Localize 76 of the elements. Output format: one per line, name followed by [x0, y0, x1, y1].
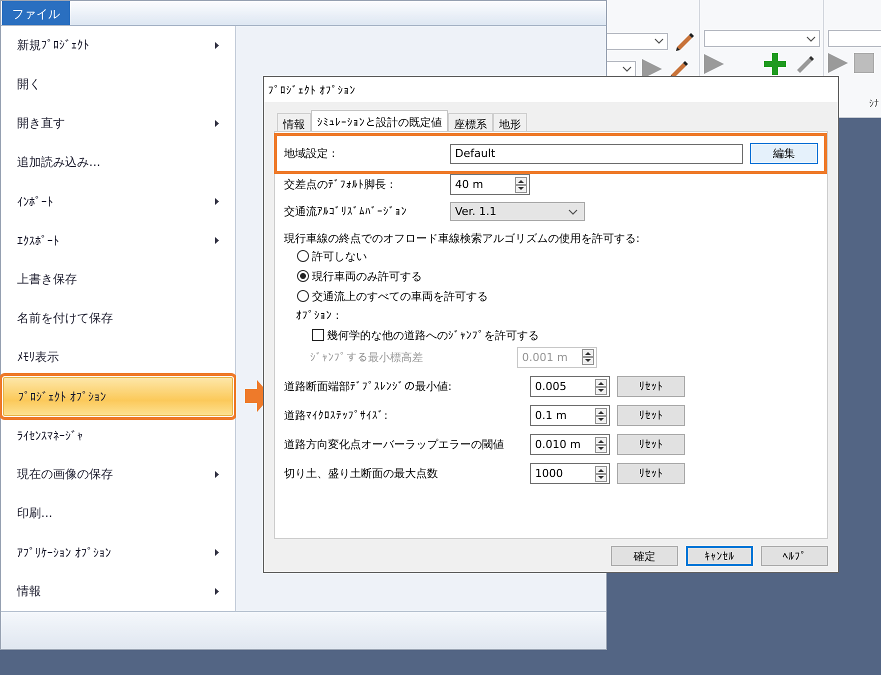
radio-option[interactable]: 許可しない [297, 246, 818, 266]
reset-button[interactable]: ﾘｾｯﾄ [617, 376, 685, 397]
section-label: 現行車線の終点でのオフロード車線検索アルゴリズムの使用を許可する: [284, 231, 641, 246]
field-label: 道路ﾏｲｸﾛｽﾃｯﾌﾟｻｲｽﾞ: [284, 408, 389, 423]
submenu-arrow-icon [215, 42, 219, 49]
tab[interactable]: 地形 [493, 113, 527, 131]
spin-field[interactable]: 0.1 m [530, 405, 610, 426]
submenu-arrow-icon [215, 588, 219, 595]
dialog-button[interactable]: 確定 [611, 546, 678, 566]
spinner-arrows-icon[interactable] [582, 349, 594, 365]
menu-item[interactable]: ｴｸｽﾎﾟｰﾄ [3, 221, 233, 260]
spinner-arrows-icon[interactable] [595, 436, 607, 452]
spin-field[interactable]: 0.010 m [530, 434, 610, 455]
spin-field[interactable]: 40 m [450, 174, 530, 195]
menu-item[interactable]: 新規ﾌﾟﾛｼﾞｪｸﾄ [3, 26, 233, 65]
file-tab[interactable]: ファイル [2, 1, 70, 25]
chevron-icon [568, 208, 578, 214]
menu-item[interactable]: 名前を付けて保存 [3, 299, 233, 338]
chevron-icon [622, 66, 632, 72]
field-label: 交通流ｱﾙｺﾞﾘｽﾞﾑﾊﾞｰｼﾞｮﾝ [284, 204, 408, 219]
menu-item[interactable]: ｲﾝﾎﾟｰﾄ [3, 182, 233, 221]
radio-option[interactable]: 交通流上のすべての車両を許可する [297, 286, 818, 306]
reset-button[interactable]: ﾘｾｯﾄ [617, 434, 685, 455]
play-icon[interactable] [642, 59, 662, 79]
reset-button[interactable]: ﾘｾｯﾄ [617, 463, 685, 484]
text-field[interactable]: Default [450, 144, 744, 164]
checkbox-label: 幾何学的な他の道路へのｼﾞｬﾝﾌﾟを許可する [327, 328, 539, 342]
menu-item[interactable]: 追加読み込み... [3, 143, 233, 182]
field-label: 道路断面端部ﾃﾞﾌﾟｽﾚﾝｼﾞの最小値: [284, 379, 453, 394]
section-label: ｵﾌﾟｼｮﾝ : [296, 308, 340, 324]
menu-item[interactable]: 開く [3, 65, 233, 104]
menu-item[interactable]: 印刷... [3, 494, 233, 533]
menu-item[interactable]: 現在の画像の保存 [3, 455, 233, 494]
submenu-arrow-icon [215, 471, 219, 478]
field-label: 道路方向変化点オーバーラップエラーの閾値 [284, 437, 505, 452]
spin-field[interactable]: 1000 [530, 463, 610, 484]
spinner-arrows-icon[interactable] [515, 176, 527, 192]
chevron-icon [806, 36, 816, 42]
radio-option[interactable]: 現行車両のみ許可する [297, 266, 818, 286]
reset-button[interactable]: ﾘｾｯﾄ [617, 405, 685, 426]
menu-item[interactable]: 上書き保存 [3, 260, 233, 299]
radio-button[interactable] [297, 270, 309, 282]
submenu-arrow-icon [215, 549, 219, 556]
spinner-arrows-icon[interactable] [595, 378, 607, 394]
dropdown[interactable]: Ver. 1.1 [450, 202, 585, 221]
submenu-arrow-icon [215, 237, 219, 244]
dialog-button[interactable]: ﾍﾙﾌﾟ [761, 546, 828, 566]
menu-item[interactable]: 情報 [3, 572, 233, 611]
radio-button[interactable] [297, 250, 309, 262]
play-icon[interactable] [828, 53, 848, 73]
dialog-button[interactable]: ｷｬﾝｾﾙ [686, 546, 753, 566]
tab[interactable]: 情報 [277, 113, 311, 131]
checkbox[interactable] [312, 329, 324, 341]
tab[interactable]: 座標系 [448, 113, 493, 131]
radio-button[interactable] [297, 290, 309, 302]
field-label: 切り土、盛り土断面の最大点数 [284, 466, 439, 481]
spinner-arrows-icon[interactable] [595, 466, 607, 482]
menu-item[interactable]: 開き直す [3, 104, 233, 143]
dialog-title: ﾌﾟﾛｼﾞｪｸﾄ ｵﾌﾟｼｮﾝ [264, 77, 838, 102]
tab[interactable]: ｼﾐｭﾚｰｼｮﾝと設計の既定値 [311, 110, 448, 131]
edit-button[interactable]: 編集 [750, 143, 818, 164]
menu-item[interactable]: ﾗｲｾﾝｽﾏﾈｰｼﾞｬ [3, 416, 233, 455]
submenu-arrow-icon [215, 120, 219, 127]
group-label: ｼﾅ [869, 98, 879, 110]
submenu-arrow-icon [215, 198, 219, 205]
play-icon[interactable] [704, 54, 724, 74]
field-label: 交差点のﾃﾞﾌｫﾙﾄ脚長 : [284, 177, 394, 192]
field-label: ｼﾞｬﾝﾌﾟする最小標高差 [310, 350, 424, 364]
field-label: 地域設定 : [284, 146, 336, 161]
spinner-arrows-icon[interactable] [595, 408, 607, 424]
menu-item[interactable]: ﾒﾓﾘ表示 [3, 338, 233, 377]
menu-item[interactable]: ｱﾌﾟﾘｹｰｼｮﾝ ｵﾌﾟｼｮﾝ [3, 533, 233, 572]
spin-field[interactable]: 0.005 [530, 376, 610, 397]
chevron-icon [654, 38, 664, 44]
plus-icon[interactable] [764, 53, 786, 75]
pencil-icon[interactable] [674, 30, 696, 52]
